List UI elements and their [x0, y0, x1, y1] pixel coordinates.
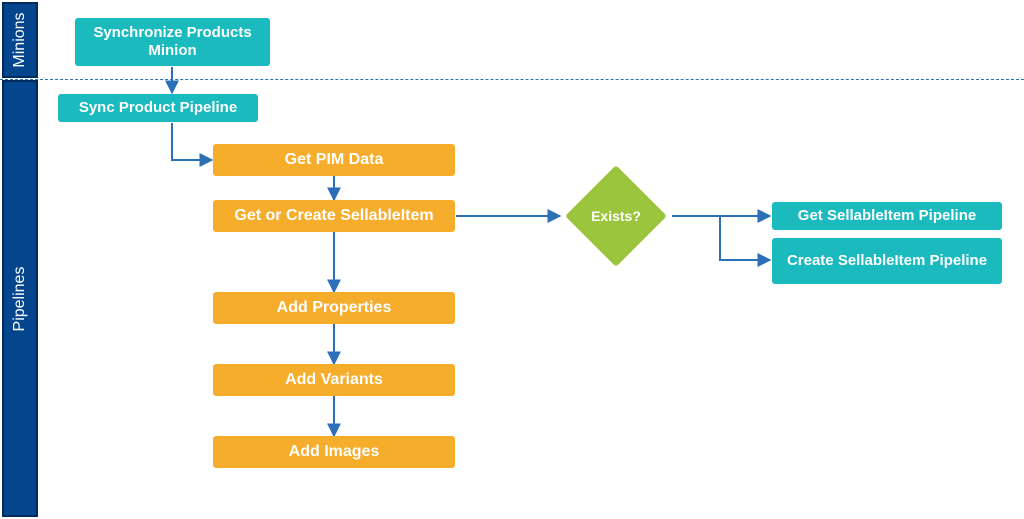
node-get-or-create-sellableitem: Get or Create SellableItem	[213, 200, 455, 232]
node-add-images: Add Images	[213, 436, 455, 468]
lane-divider	[0, 79, 1024, 80]
swimlane-minions-label: Minions	[11, 12, 29, 67]
node-sync-product-pipeline: Sync Product Pipeline	[58, 94, 258, 122]
node-get-pim-data: Get PIM Data	[213, 144, 455, 176]
swimlane-pipelines-label: Pipelines	[11, 266, 29, 331]
node-decision-exists-label: Exists?	[591, 208, 641, 224]
node-create-sellableitem-pipeline: Create SellableItem Pipeline	[772, 238, 1002, 284]
node-get-sellableitem-pipeline: Get SellableItem Pipeline	[772, 202, 1002, 230]
node-sync-products-minion: Synchronize Products Minion	[75, 18, 270, 66]
swimlane-pipelines: Pipelines	[2, 80, 38, 517]
diagram-stage: Minions Pipelines Synchronize Products M	[0, 0, 1024, 519]
node-decision-exists: Exists?	[580, 180, 652, 252]
node-add-properties: Add Properties	[213, 292, 455, 324]
swimlane-minions: Minions	[2, 2, 38, 78]
node-add-variants: Add Variants	[213, 364, 455, 396]
